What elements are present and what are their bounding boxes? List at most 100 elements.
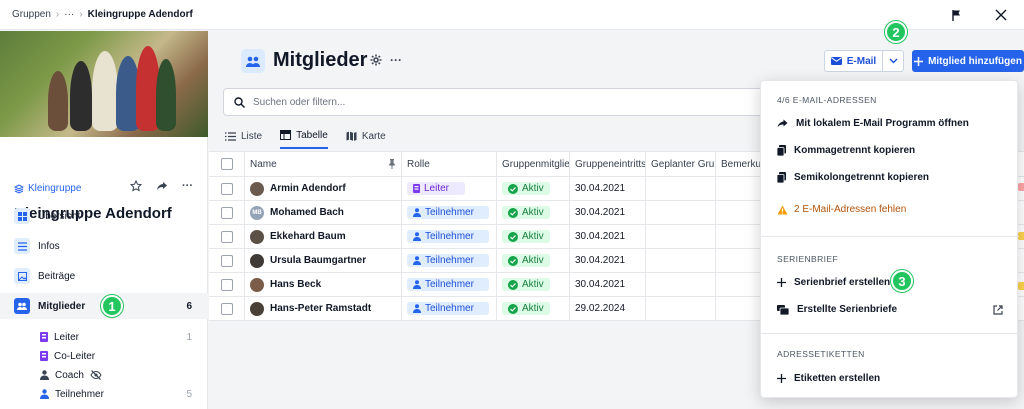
menu-item-copy-comma[interactable]: Kommagetrennt kopieren xyxy=(777,145,1003,156)
email-button-main[interactable]: E-Mail xyxy=(825,51,883,71)
search-input[interactable] xyxy=(253,96,753,108)
column-header-geplanter-gruppenaustritt[interactable]: Geplanter Gru xyxy=(646,152,716,176)
role-cell: Leiter xyxy=(402,177,497,200)
menu-item-label: Kommagetrennt kopieren xyxy=(794,145,916,156)
role-text: Teilnehmer xyxy=(425,279,474,290)
view-tab-liste[interactable]: Liste xyxy=(225,127,262,149)
select-all-checkbox[interactable] xyxy=(220,158,233,170)
missing-email-warning: 2 E-Mail-Adressen fehlen xyxy=(777,204,906,215)
view-switcher: Liste Tabelle Karte xyxy=(225,127,386,149)
member-name-cell[interactable]: Armin Adendorf xyxy=(245,177,402,200)
menu-item-label: Mit lokalem E-Mail Programm öffnen xyxy=(796,118,969,129)
sidebar-role-leiter[interactable]: Leiter 1 xyxy=(40,328,208,346)
row-checkbox[interactable] xyxy=(220,254,233,267)
plus-icon xyxy=(777,374,786,383)
member-name: Armin Adendorf xyxy=(270,183,346,194)
menu-item-open-local-mail[interactable]: Mit lokalem E-Mail Programm öffnen xyxy=(777,118,1003,129)
role-label: Co-Leiter xyxy=(54,350,96,362)
status-badge: Aktiv xyxy=(502,182,550,195)
menu-item-create-labels[interactable]: Etiketten erstellen xyxy=(777,373,1003,384)
role-cell: Teilnehmer xyxy=(402,225,497,248)
role-cell: Teilnehmer xyxy=(402,273,497,296)
mail-icon xyxy=(830,57,842,65)
role-text: Leiter xyxy=(424,183,450,194)
section-header-adressetiketten: ADRESSETIKETTEN xyxy=(777,349,865,359)
share-icon[interactable] xyxy=(156,180,168,192)
row-checkbox[interactable] xyxy=(220,278,233,291)
column-header-gruppenmitgliedschaft[interactable]: Gruppenmitglieds xyxy=(497,152,570,176)
sidebar-item-label: Mitglieder xyxy=(38,300,86,312)
flag-icon[interactable] xyxy=(946,4,968,26)
view-tab-karte[interactable]: Karte xyxy=(346,127,386,149)
join-date-cell: 30.04.2021 xyxy=(570,177,646,200)
view-tab-tabelle[interactable]: Tabelle xyxy=(280,127,328,149)
add-member-button[interactable]: Mitglied hinzufügen xyxy=(912,50,1024,72)
warning-icon xyxy=(777,205,788,214)
menu-item-created-serienbriefe[interactable]: Erstellte Serienbriefe xyxy=(777,304,1003,315)
close-icon[interactable] xyxy=(990,4,1012,26)
group-type-label[interactable]: Kleingruppe xyxy=(14,183,81,194)
plus-icon xyxy=(777,278,786,287)
member-name-cell[interactable]: Hans Beck xyxy=(245,273,402,296)
check-circle-icon xyxy=(508,255,518,266)
sidebar-item-beitraege[interactable]: Beiträge xyxy=(0,263,208,289)
join-date-cell: 30.04.2021 xyxy=(570,273,646,296)
status-badge: Aktiv xyxy=(502,206,550,219)
avatar xyxy=(250,253,264,268)
member-name-cell[interactable]: MB Mohamed Bach xyxy=(245,201,402,224)
role-label: Coach xyxy=(55,369,84,381)
copy-icon xyxy=(777,145,786,156)
row-checkbox[interactable] xyxy=(220,230,233,243)
email-dropdown-toggle[interactable] xyxy=(883,58,903,64)
gear-icon[interactable] xyxy=(370,54,382,66)
group-type-text: Kleingruppe xyxy=(28,183,82,194)
person-icon xyxy=(413,208,421,217)
view-tab-label: Karte xyxy=(361,130,386,142)
check-circle-icon xyxy=(508,303,518,314)
role-badge: Teilnehmer xyxy=(407,278,489,291)
pin-icon[interactable] xyxy=(388,159,396,169)
check-circle-icon xyxy=(508,279,518,290)
column-header-name[interactable]: Name xyxy=(245,152,402,176)
breadcrumb-root[interactable]: Gruppen xyxy=(12,9,51,20)
role-label: Leiter xyxy=(54,331,80,343)
role-text: Teilnehmer xyxy=(425,207,474,218)
row-select-cell xyxy=(209,297,245,320)
role-cell: Teilnehmer xyxy=(402,249,497,272)
row-checkbox[interactable] xyxy=(220,302,233,315)
grid-icon xyxy=(14,208,30,224)
member-name-cell[interactable]: Hans-Peter Ramstadt xyxy=(245,297,402,320)
member-name-cell[interactable]: Ekkehard Baum xyxy=(245,225,402,248)
menu-item-label: Semikolongetrennt kopieren xyxy=(794,172,930,183)
member-name-cell[interactable]: Ursula Baumgartner xyxy=(245,249,402,272)
row-checkbox[interactable] xyxy=(220,182,233,195)
external-link-icon[interactable] xyxy=(993,304,1003,315)
forward-arrow-icon xyxy=(777,119,788,128)
planned-exit-cell xyxy=(646,297,716,320)
menu-item-copy-semicolon[interactable]: Semikolongetrennt kopieren xyxy=(777,172,1003,183)
row-checkbox[interactable] xyxy=(220,206,233,219)
plus-icon xyxy=(914,56,924,66)
role-badge: Teilnehmer xyxy=(407,302,489,315)
menu-divider xyxy=(761,333,1019,334)
more-icon[interactable]: ··· xyxy=(390,53,402,67)
column-header-rolle[interactable]: Rolle xyxy=(402,152,497,176)
sidebar-role-coach[interactable]: Coach xyxy=(40,366,208,384)
group-cover-image xyxy=(0,31,208,137)
sidebar-item-infos[interactable]: Infos xyxy=(0,233,208,259)
breadcrumb-ellipsis[interactable]: ··· xyxy=(64,9,74,20)
edge-chip xyxy=(1018,183,1024,191)
status-cell: Aktiv xyxy=(497,297,570,320)
menu-item-create-serienbrief[interactable]: Serienbrief erstellen xyxy=(777,277,1003,288)
sidebar-item-uebersicht[interactable]: Übersicht xyxy=(0,203,208,229)
more-icon[interactable]: ··· xyxy=(182,180,193,192)
status-cell: Aktiv xyxy=(497,249,570,272)
sidebar-role-teilnehmer[interactable]: Teilnehmer 5 xyxy=(40,385,208,403)
row-select-cell xyxy=(209,201,245,224)
email-button[interactable]: E-Mail xyxy=(824,50,904,72)
sidebar-role-co-leiter[interactable]: Co-Leiter xyxy=(40,347,208,365)
star-icon[interactable] xyxy=(130,180,142,192)
mail-stack-icon xyxy=(777,304,789,315)
search-bar[interactable] xyxy=(223,88,783,116)
column-header-gruppeneintritt[interactable]: Gruppeneintritts xyxy=(570,152,646,176)
